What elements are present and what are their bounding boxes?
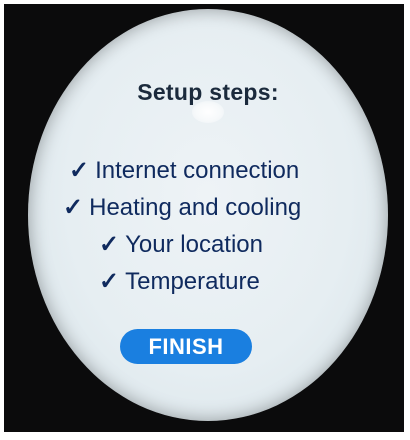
checkmark-icon: ✓: [99, 268, 120, 295]
step-label: Temperature: [125, 268, 260, 295]
step-label: Your location: [125, 231, 263, 258]
checkmark-icon: ✓: [63, 194, 84, 221]
finish-button[interactable]: FINISH: [120, 329, 252, 364]
step-label: Internet connection: [95, 157, 300, 184]
step-label: Heating and cooling: [89, 194, 302, 221]
step-heating-and-cooling: ✓ Heating and cooling: [28, 189, 388, 226]
step-temperature: ✓ Temperature: [28, 263, 388, 300]
device-bezel: Setup steps: ✓ Internet connection ✓ Heati…: [4, 4, 404, 432]
setup-title: Setup steps:: [137, 79, 279, 105]
setup-steps-list: ✓ Internet connection ✓ Heating and coolin…: [28, 152, 388, 300]
checkmark-icon: ✓: [99, 231, 120, 258]
checkmark-icon: ✓: [69, 157, 90, 184]
round-display: Setup steps: ✓ Internet connection ✓ Heati…: [28, 9, 388, 421]
step-your-location: ✓ Your location: [28, 226, 388, 263]
step-internet-connection: ✓ Internet connection: [28, 152, 388, 189]
